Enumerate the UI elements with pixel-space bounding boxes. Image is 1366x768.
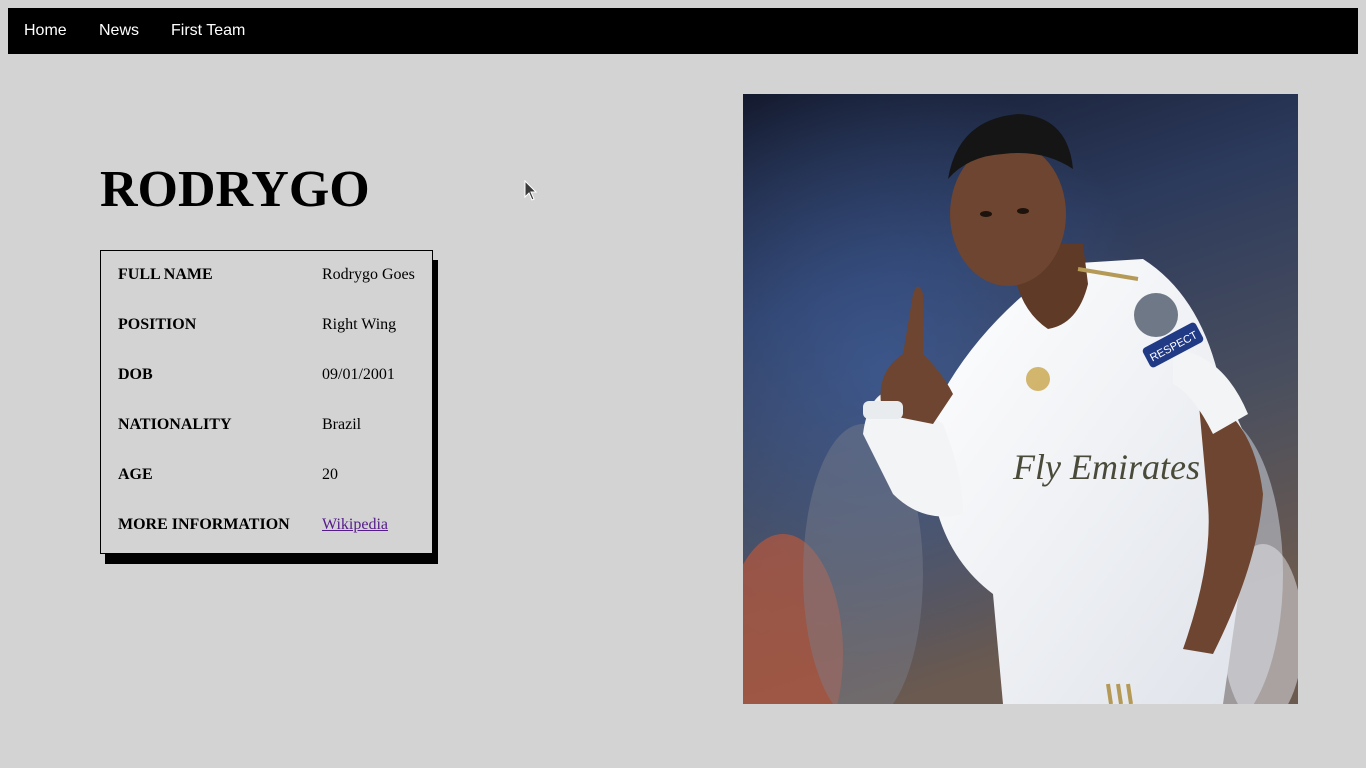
player-photo: Fly Emirates RESPECT xyxy=(743,94,1298,704)
info-label: NATIONALITY xyxy=(118,416,232,433)
info-row-dob: DOB 09/01/2001 xyxy=(101,351,432,401)
shirt-sponsor-text: Fly Emirates xyxy=(1012,447,1200,487)
top-nav: Home News First Team xyxy=(8,8,1358,54)
info-row-full-name: FULL NAME Rodrygo Goes xyxy=(101,251,432,301)
info-label: MORE INFORMATION xyxy=(118,516,290,533)
info-label: FULL NAME xyxy=(118,266,213,283)
info-value: Wikipedia xyxy=(322,516,388,534)
info-value: Brazil xyxy=(322,416,362,433)
info-value: Rodrygo Goes xyxy=(322,266,415,283)
player-name-heading: RODRYGO xyxy=(100,161,370,218)
info-label: DOB xyxy=(118,366,153,383)
info-value: 09/01/2001 xyxy=(322,366,395,383)
player-info-table: FULL NAME Rodrygo Goes POSITION Right Wi… xyxy=(100,250,433,554)
info-row-age: AGE 20 xyxy=(101,451,432,501)
info-value: Right Wing xyxy=(322,316,397,333)
nav-home-link[interactable]: Home xyxy=(24,8,67,53)
info-label: AGE xyxy=(118,466,153,483)
info-row-position: POSITION Right Wing xyxy=(101,301,432,351)
mouse-cursor-icon xyxy=(524,180,538,201)
info-label: POSITION xyxy=(118,316,197,333)
info-row-nationality: NATIONALITY Brazil xyxy=(101,401,432,451)
wikipedia-link[interactable]: Wikipedia xyxy=(322,516,388,533)
nav-news-link[interactable]: News xyxy=(99,8,139,53)
info-value: 20 xyxy=(322,466,338,483)
nav-first-team-link[interactable]: First Team xyxy=(171,8,245,53)
info-row-more-information: MORE INFORMATION Wikipedia xyxy=(101,501,432,551)
